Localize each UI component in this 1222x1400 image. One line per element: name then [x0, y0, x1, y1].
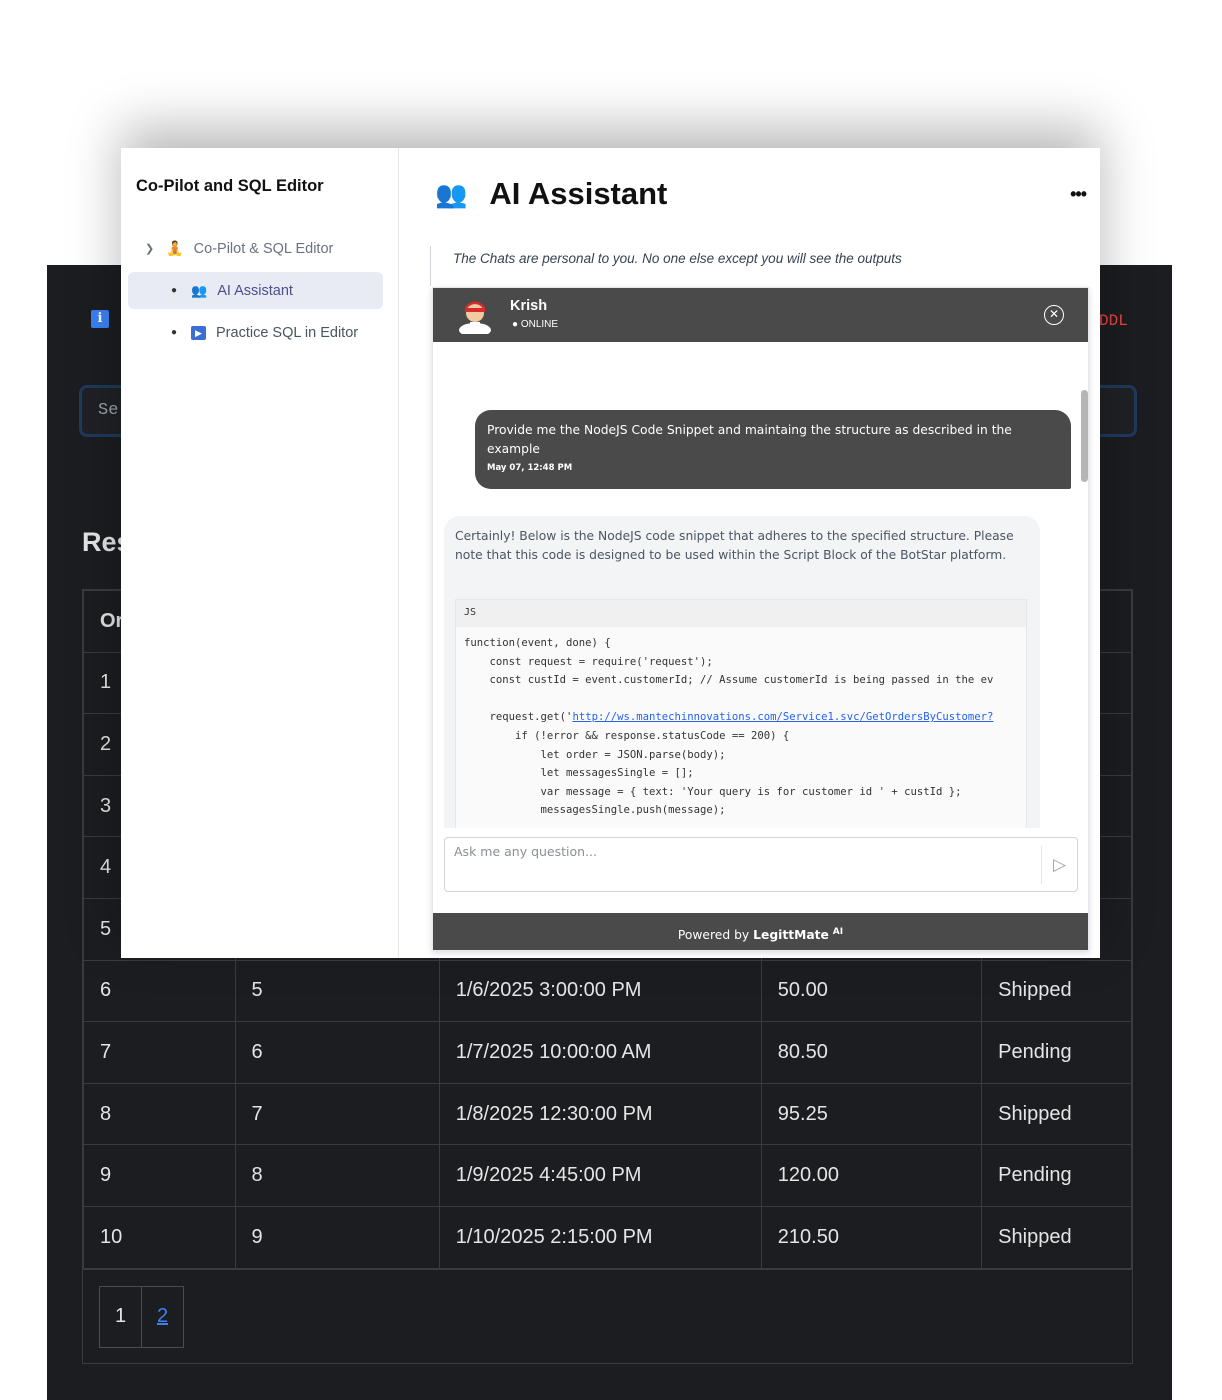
table-cell: 95.25: [760, 1082, 983, 1146]
table-cell: 120.00: [760, 1144, 983, 1207]
sidebar-item-ai-assistant[interactable]: ● 👥 AI Assistant: [128, 272, 383, 309]
copilot-modal: Co-Pilot and SQL Editor ❯ 🧘 Co-Pilot & S…: [121, 148, 1100, 958]
chat-footer: Powered by LegittMate AI: [433, 913, 1088, 950]
main-content: 👥 AI Assistant ••• The Chats are persona…: [399, 148, 1100, 958]
code-language-label: JS: [456, 600, 1026, 627]
table-row: 6 5 1/6/2025 3:00:00 PM 50.00 Shipped: [83, 959, 1132, 1023]
table-cell: 1/7/2025 10:00:00 AM: [438, 1021, 762, 1084]
code-line: function(event, done) {: [464, 637, 611, 649]
footer-brand-sup: AI: [832, 927, 844, 937]
page-2-link[interactable]: 2: [142, 1285, 184, 1348]
table-cell: 5: [234, 959, 440, 1023]
send-icon[interactable]: ▷: [1041, 846, 1077, 884]
table-cell: 6: [83, 959, 236, 1023]
sidebar-item-label: Practice SQL in Editor: [216, 324, 359, 341]
table-row: 8 7 1/8/2025 12:30:00 PM 95.25 Shipped: [83, 1082, 1132, 1146]
agent-name: Krish: [510, 298, 548, 314]
message-timestamp: May 07, 12:48 PM: [487, 463, 573, 473]
close-icon[interactable]: ✕: [1044, 305, 1064, 325]
page-1-button[interactable]: 1: [99, 1285, 142, 1348]
table-cell: 1/6/2025 3:00:00 PM: [438, 959, 762, 1023]
tree-group-label: Co-Pilot & SQL Editor: [193, 240, 334, 257]
sidebar-item-practice-sql[interactable]: ● ▶ Practice SQL in Editor: [128, 314, 383, 351]
table-cell: Shipped: [981, 1205, 1132, 1269]
footer-brand: LegittMate: [753, 928, 829, 943]
table-cell: 8: [83, 1082, 236, 1146]
table-cell: 6: [234, 1021, 440, 1084]
code-text: request.get(': [464, 711, 573, 724]
code-line: let order = JSON.parse(body);: [464, 748, 726, 761]
bullet-icon: ●: [171, 285, 178, 296]
code-block: JS function(event, done) { const request…: [455, 599, 1027, 828]
user-message: Provide me the NodeJS Code Snippet and m…: [475, 410, 1071, 489]
table-cell: Shipped: [981, 959, 1132, 1023]
code-line: let messagesSingle = [];: [464, 767, 694, 780]
info-icon[interactable]: i: [91, 310, 109, 328]
table-cell: 1/8/2025 12:30:00 PM: [438, 1082, 762, 1146]
code-line: messagesSingle.push(message);: [464, 804, 726, 817]
page-title: AI Assistant: [489, 176, 668, 211]
code-line: if (!error && response.statusCode == 200…: [464, 729, 790, 742]
ddl-link[interactable]: DDL: [1099, 312, 1128, 330]
chat-messages[interactable]: Provide me the NodeJS Code Snippet and m…: [433, 342, 1088, 828]
code-line: var message = { text: 'Your query is for…: [464, 785, 962, 798]
table-cell: Pending: [981, 1144, 1132, 1207]
table-cell: 80.50: [760, 1021, 983, 1084]
table-cell: 1/10/2025 2:15:00 PM: [438, 1205, 762, 1269]
table-cell: 1/9/2025 4:45:00 PM: [438, 1144, 762, 1207]
play-box-icon: ▶: [191, 325, 206, 340]
footer-prefix: Powered by: [677, 928, 750, 943]
code-lines: function(event, done) { const request = …: [456, 627, 1026, 828]
code-line: ...: [464, 823, 1018, 828]
code-line: const request = require('request');: [464, 655, 713, 668]
agent-avatar: [459, 301, 491, 334]
table-cell: Shipped: [981, 1082, 1132, 1146]
pagination: 1 2: [99, 1285, 184, 1348]
table-cell: 210.50: [760, 1205, 983, 1269]
page-header: 👥 AI Assistant: [435, 176, 667, 212]
code-line: request.get('http://ws.mantechinnovation…: [464, 711, 1018, 730]
sidebar: Co-Pilot and SQL Editor ❯ 🧘 Co-Pilot & S…: [121, 148, 399, 958]
person-icon: 🧘: [166, 240, 184, 256]
table-cell: 9: [234, 1205, 440, 1269]
more-options-button[interactable]: •••: [1070, 184, 1087, 205]
table-cell: 10: [83, 1205, 236, 1269]
bot-message-text: Certainly! Below is the NodeJS code snip…: [455, 529, 1014, 562]
sidebar-item-label: AI Assistant: [217, 282, 293, 299]
table-cell: 7: [83, 1021, 236, 1084]
table-cell: 9: [83, 1144, 236, 1207]
agent-status: ● ONLINE: [512, 319, 559, 330]
pagination-row: 1 2: [83, 1268, 1132, 1363]
bullet-icon: ●: [171, 327, 178, 338]
chevron-down-icon[interactable]: ❯: [145, 242, 154, 255]
code-line: const custId = event.customerId; // Assu…: [464, 674, 994, 687]
table-row: 9 8 1/9/2025 4:45:00 PM 120.00 Pending: [83, 1144, 1132, 1207]
chat-widget: Krish ● ONLINE ✕ Provide me the NodeJS C…: [432, 287, 1089, 951]
chat-input-box: ▷: [444, 837, 1078, 892]
chat-input[interactable]: [445, 838, 1041, 891]
sidebar-title: Co-Pilot and SQL Editor: [136, 177, 324, 195]
chat-header: Krish ● ONLINE ✕: [433, 288, 1088, 342]
tree-group-copilot[interactable]: ❯ 🧘 Co-Pilot & SQL Editor: [145, 240, 333, 257]
users-icon: 👥: [191, 282, 208, 298]
table-cell: 50.00: [760, 959, 983, 1023]
table-row: 10 9 1/10/2025 2:15:00 PM 210.50 Shipped: [83, 1205, 1132, 1269]
users-icon: 👥: [435, 178, 468, 209]
privacy-notice: The Chats are personal to you. No one el…: [430, 246, 1090, 286]
chat-scrollbar[interactable]: [1081, 390, 1088, 482]
table-cell: 8: [234, 1144, 440, 1207]
table-cell: Pending: [981, 1021, 1132, 1084]
bot-message: Certainly! Below is the NodeJS code snip…: [444, 516, 1040, 828]
table-cell: 7: [234, 1082, 440, 1146]
table-row: 7 6 1/7/2025 10:00:00 AM 80.50 Pending: [83, 1021, 1132, 1084]
code-url-link[interactable]: http://ws.mantechinnovations.com/Service…: [572, 711, 993, 723]
user-message-text: Provide me the NodeJS Code Snippet and m…: [487, 423, 1012, 456]
